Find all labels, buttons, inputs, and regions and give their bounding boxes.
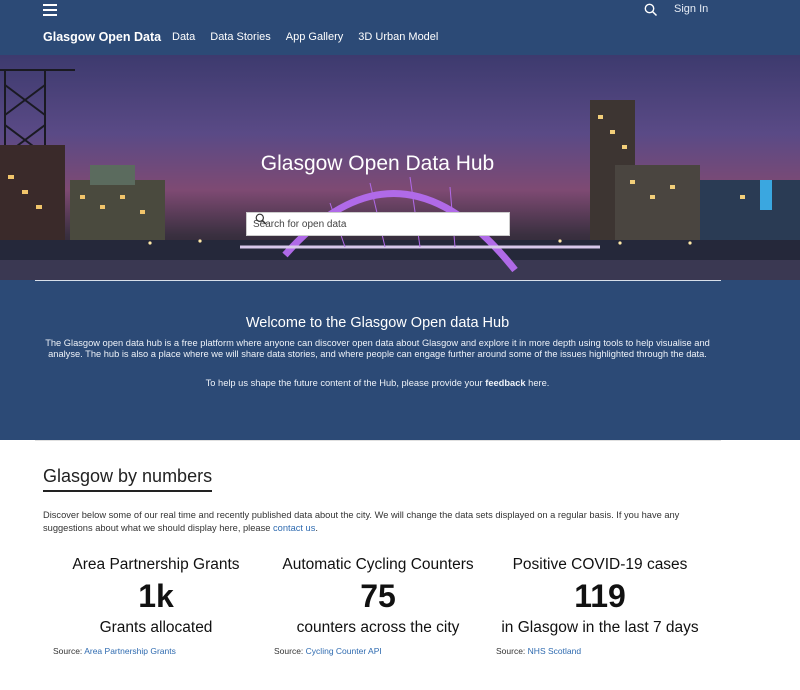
stat-card-cycling: Automatic Cycling Counters 75 counters a…: [268, 556, 488, 656]
stat-subtitle: counters across the city: [296, 619, 460, 636]
stat-card-covid: Positive COVID-19 cases 119 in Glasgow i…: [490, 556, 710, 656]
source-prefix: Source:: [274, 646, 304, 656]
hero-banner: Glasgow Open Data Hub: [0, 55, 800, 280]
hero-search-box[interactable]: [246, 212, 510, 236]
numbers-intro-period: .: [315, 523, 318, 533]
stat-value: 75: [360, 578, 396, 614]
site-brand[interactable]: Glasgow Open Data: [43, 30, 161, 44]
site-header: Sign In Glasgow Open Data Data Data Stor…: [0, 0, 800, 55]
nav-data[interactable]: Data: [172, 31, 195, 43]
feedback-prefix: To help us shape the future content of t…: [205, 378, 483, 388]
welcome-title: Welcome to the Glasgow Open data Hub: [245, 315, 510, 331]
nav-3d-urban-model[interactable]: 3D Urban Model: [358, 31, 438, 43]
stat-subtitle: in Glasgow in the last 7 days: [501, 619, 699, 636]
welcome-paragraph: The Glasgow open data hub is a free plat…: [45, 338, 710, 359]
stat-label: Positive COVID-19 cases: [512, 556, 688, 573]
source-link-covid[interactable]: NHS Scotland: [528, 646, 581, 656]
hamburger-menu-icon[interactable]: [43, 4, 57, 16]
stat-value: 1k: [138, 578, 174, 614]
source-link-grants[interactable]: Area Partnership Grants: [84, 646, 176, 656]
nav-app-gallery[interactable]: App Gallery: [286, 31, 343, 43]
stat-value: 119: [574, 578, 626, 614]
header-search-icon[interactable]: [644, 3, 658, 17]
stat-card-grants: Area Partnership Grants 1k Grants alloca…: [46, 556, 266, 656]
stat-label: Area Partnership Grants: [72, 556, 240, 573]
numbers-title: Glasgow by numbers: [43, 466, 213, 492]
nav-data-stories[interactable]: Data Stories: [210, 31, 271, 43]
search-input[interactable]: [253, 218, 483, 230]
numbers-intro: Discover below some of our real time and…: [43, 509, 723, 535]
stat-subtitle: Grants allocated: [99, 619, 213, 636]
source-link-cycling[interactable]: Cycling Counter API: [306, 646, 382, 656]
feedback-link[interactable]: feedback: [485, 378, 525, 388]
contact-us-link[interactable]: contact us: [273, 523, 315, 533]
numbers-divider: [35, 440, 721, 441]
numbers-intro-text: Discover below some of our real time and…: [43, 510, 680, 533]
welcome-section: Welcome to the Glasgow Open data Hub The…: [0, 280, 800, 440]
main-nav: Data Data Stories App Gallery 3D Urban M…: [172, 31, 453, 43]
sign-in-link[interactable]: Sign In: [674, 3, 708, 15]
welcome-divider: [35, 280, 721, 281]
feedback-suffix: here.: [528, 378, 550, 388]
source-prefix: Source:: [53, 646, 83, 656]
stat-source: Source: Area Partnership Grants: [53, 646, 176, 656]
hero-title: Glasgow Open Data Hub: [260, 152, 495, 175]
source-prefix: Source:: [496, 646, 526, 656]
stat-source: Source: Cycling Counter API: [274, 646, 382, 656]
search-icon: [255, 213, 267, 225]
stat-label: Automatic Cycling Counters: [282, 556, 474, 573]
feedback-line: To help us shape the future content of t…: [0, 378, 755, 388]
stat-source: Source: NHS Scotland: [496, 646, 581, 656]
